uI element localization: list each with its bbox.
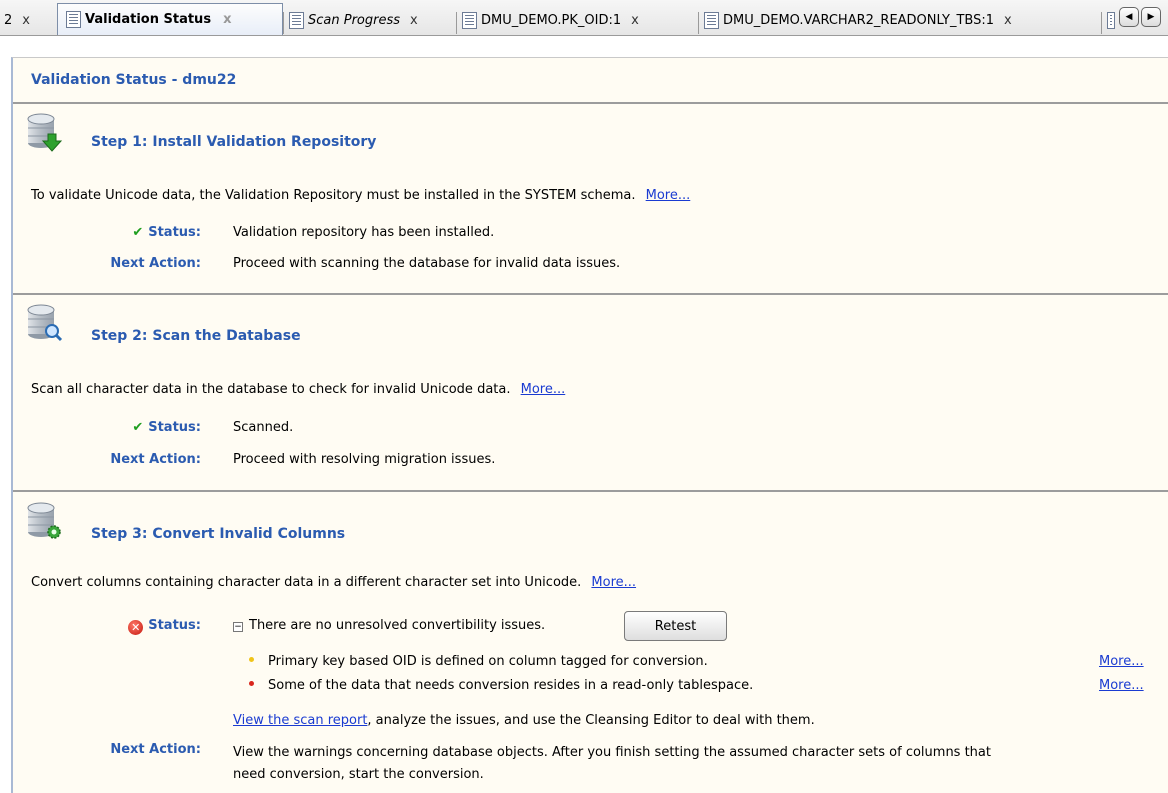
warning-bullet-icon [249, 657, 254, 662]
document-icon [462, 12, 477, 29]
error-bullet-icon [249, 681, 254, 686]
step1-description: To validate Unicode data, the Validation… [31, 188, 690, 203]
status-label-text: Status: [148, 225, 201, 240]
tab-scroll-controls: ◀ ▶ [1119, 7, 1163, 27]
document-icon [704, 12, 719, 29]
step1-next-action-value: Proceed with scanning the database for i… [233, 256, 621, 271]
step3-description: Convert columns containing character dat… [31, 575, 636, 590]
scan-report-line: View the scan report, analyze the issues… [233, 713, 815, 728]
view-scan-report-link[interactable]: View the scan report [233, 713, 367, 728]
close-icon[interactable]: x [631, 13, 639, 28]
close-icon[interactable]: x [1004, 13, 1012, 28]
step3-next-action-line2: need conversion, start the conversion. [233, 767, 484, 782]
validation-status-panel: Validation Status - dmu22 Step 1: Instal… [11, 57, 1168, 793]
database-convert-icon [27, 502, 61, 539]
step2-next-action-label: Next Action: [110, 452, 201, 467]
step2-description: Scan all character data in the database … [31, 382, 565, 397]
step1-status-value: Validation repository has been installed… [233, 225, 495, 240]
document-icon [1107, 12, 1115, 29]
step1-description-text: To validate Unicode data, the Validation… [31, 188, 636, 203]
page-title: Validation Status - dmu22 [31, 72, 237, 88]
step2-next-action-value: Proceed with resolving migration issues. [233, 452, 496, 467]
section-divider [13, 102, 1168, 104]
step1-status-label: ✔ Status: [1, 225, 201, 240]
check-icon: ✔ [132, 225, 144, 240]
scroll-right-icon[interactable]: ▶ [1141, 7, 1161, 27]
step2-title: Step 2: Scan the Database [91, 328, 301, 344]
step3-next-action-line1: View the warnings concerning database ob… [233, 745, 991, 760]
step3-status-label: ✕ Status: [1, 618, 201, 635]
status-label-text: Status: [148, 420, 201, 435]
collapse-icon[interactable]: − [233, 622, 243, 632]
step2-more-link[interactable]: More... [521, 382, 566, 397]
step3-description-text: Convert columns containing character dat… [31, 575, 582, 590]
tab-separator [1101, 12, 1102, 34]
document-icon [289, 12, 304, 29]
tab-separator [283, 12, 284, 34]
step1-title: Step 1: Install Validation Repository [91, 134, 377, 150]
issue-text: Primary key based OID is defined on colu… [268, 654, 708, 669]
close-icon[interactable]: x [223, 12, 231, 27]
error-icon: ✕ [128, 620, 144, 635]
step1-more-link[interactable]: More... [646, 188, 691, 203]
step2-status-value: Scanned. [233, 420, 294, 435]
status-label-text: Status: [148, 618, 201, 633]
issue2-more-link[interactable]: More... [1099, 678, 1144, 693]
issue-item: Primary key based OID is defined on colu… [249, 654, 708, 669]
close-icon[interactable]: x [22, 13, 30, 28]
tab-next-partial[interactable] [1101, 7, 1119, 34]
check-icon: ✔ [132, 420, 144, 435]
scan-report-rest-text: , analyze the issues, and use the Cleans… [367, 713, 815, 728]
document-icon [66, 11, 81, 28]
section-divider [13, 490, 1168, 492]
tab-validation-status[interactable]: Validation Status x [57, 3, 283, 35]
tab-separator [698, 12, 699, 34]
retest-button[interactable]: Retest [624, 611, 727, 641]
tab-label: DMU_DEMO.PK_OID:1 [481, 13, 622, 28]
editor-tab-bar: 2 x Validation Status x Scan Progress x … [0, 0, 1168, 36]
issue1-more-link[interactable]: More... [1099, 654, 1144, 669]
tab-separator [456, 12, 457, 34]
section-divider [13, 293, 1168, 295]
tab-label: DMU_DEMO.VARCHAR2_READONLY_TBS:1 [723, 13, 995, 28]
step1-next-action-label: Next Action: [110, 256, 201, 271]
step3-title: Step 3: Convert Invalid Columns [91, 526, 346, 542]
tab-varchar2-readonly[interactable]: DMU_DEMO.VARCHAR2_READONLY_TBS:1 x [698, 7, 1012, 34]
step2-status-label: ✔ Status: [1, 420, 201, 435]
database-install-icon [27, 113, 63, 152]
step3-more-link[interactable]: More... [591, 575, 636, 590]
step3-next-action-label: Next Action: [110, 742, 201, 757]
close-icon[interactable]: x [410, 13, 418, 28]
step3-status-text: There are no unresolved convertibility i… [249, 618, 546, 633]
tab-label: Scan Progress [308, 13, 401, 28]
step3-status-value: − There are no unresolved convertibility … [233, 618, 545, 633]
tab-previous[interactable]: 2 x [0, 7, 30, 34]
issue-item: Some of the data that needs conversion r… [249, 678, 753, 693]
step2-description-text: Scan all character data in the database … [31, 382, 511, 397]
issue-text: Some of the data that needs conversion r… [268, 678, 754, 693]
scroll-left-icon[interactable]: ◀ [1119, 7, 1139, 27]
tab-label: Validation Status [85, 12, 212, 27]
database-scan-icon [27, 304, 63, 342]
tab-label: 2 [4, 13, 13, 28]
tab-scan-progress[interactable]: Scan Progress x [283, 7, 418, 34]
tab-pk-oid[interactable]: DMU_DEMO.PK_OID:1 x [456, 7, 639, 34]
